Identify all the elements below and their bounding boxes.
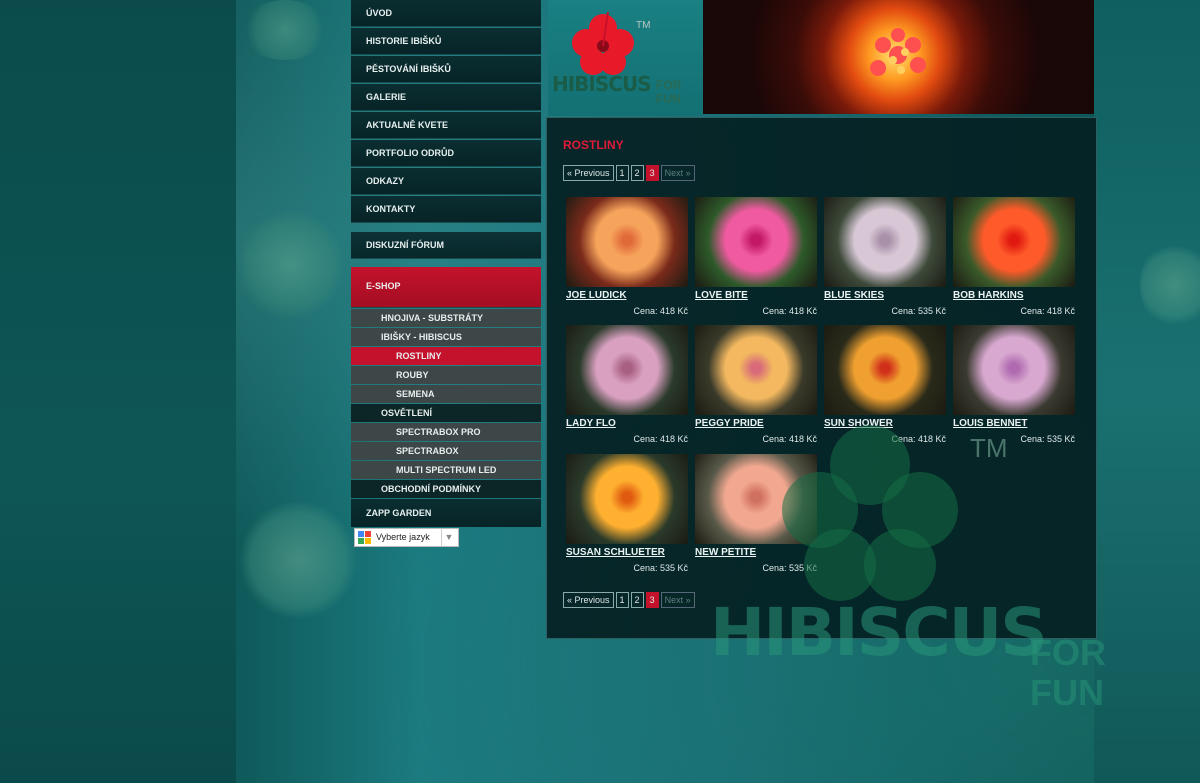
nav-item[interactable]: HISTORIE IBIŠKŮ [351,28,541,55]
product-image[interactable] [695,325,817,415]
language-select-label: Vyberte jazyk [376,532,430,542]
nav-item[interactable]: PĚSTOVÁNÍ IBIŠKŮ [351,56,541,83]
product-price: Cena: 535 Kč [1020,434,1075,444]
product-price: Cena: 418 Kč [1020,306,1075,316]
product-name[interactable]: LOVE BITE [695,290,748,301]
right-background [1094,0,1200,783]
eshop-subnav-item[interactable]: SPECTRABOX [351,442,541,460]
pager-page-current[interactable]: 3 [645,165,659,181]
nav-gap [351,224,541,232]
page-title: ROSTLINY [563,138,624,152]
product-name[interactable]: SUSAN SCHLUETER [566,547,665,558]
eshop-subnav-item[interactable]: OSVĚTLENÍ [351,404,541,422]
nav-item-zapp-garden[interactable]: ZAPP GARDEN [351,499,541,527]
pager-page[interactable]: 1 [615,592,629,608]
product-image[interactable] [824,197,946,287]
product-image[interactable] [566,197,688,287]
product-image[interactable] [566,454,688,544]
header-banner-image [703,0,1094,114]
product-name[interactable]: PEGGY PRIDE [695,418,764,429]
stamen-image [870,28,926,76]
site-logo[interactable]: TM HIBISCUS FOR FUN [548,0,703,116]
product-name[interactable]: LOUIS BENNET [953,418,1027,429]
product-name[interactable]: JOE LUDICK [566,290,627,301]
product-name[interactable]: LADY FLO [566,418,616,429]
nav-item[interactable]: ODKAZY [351,168,541,195]
eshop-subnav-item[interactable]: MULTI SPECTRUM LED [351,461,541,479]
watermark-text: HIBISCUS [710,594,1048,671]
pager-page[interactable]: 2 [630,592,644,608]
product-image[interactable] [953,325,1075,415]
product-image[interactable] [695,197,817,287]
nav-item[interactable]: ÚVOD [351,0,541,27]
hibiscus-logo-icon [572,11,634,75]
product-price: Cena: 418 Kč [633,434,688,444]
logo-fun: FUN [656,92,681,106]
chevron-down-icon[interactable]: ▼ [441,529,456,546]
logo-for-text: FOR FUN [656,78,681,106]
product-image[interactable] [824,325,946,415]
language-select[interactable]: Vyberte jazyk ▼ [354,528,459,547]
pager-previous[interactable]: « Previous [563,165,614,181]
product-card[interactable]: BLUE SKIES Cena: 535 Kč [824,197,946,323]
product-card[interactable]: SUSAN SCHLUETER Cena: 535 Kč [566,454,688,580]
pager-page[interactable]: 2 [630,165,644,181]
eshop-subnav-item[interactable]: ROSTLINY [351,347,541,365]
watermark-tm: TM [970,433,1008,463]
nav-item[interactable]: AKTUALNĚ KVETE [351,112,541,139]
logo-tm: TM [636,20,651,31]
eshop-subnav-item[interactable]: ROUBY [351,366,541,384]
eshop-subnav-item[interactable]: IBIŠKY - HIBISCUS [351,328,541,346]
watermark-for-fun: FOR FUN [1030,633,1106,713]
decor-flower [236,210,346,320]
product-name[interactable]: NEW PETITE [695,547,756,558]
product-price: Cena: 418 Kč [762,306,817,316]
pager-next: Next » [660,165,695,181]
product-card[interactable]: JOE LUDICK Cena: 418 Kč [566,197,688,323]
product-name[interactable]: BOB HARKINS [953,290,1024,301]
product-image[interactable] [566,325,688,415]
product-price: Cena: 535 Kč [891,306,946,316]
logo-for: FOR [656,78,682,92]
product-price: Cena: 535 Kč [633,563,688,573]
eshop-subnav-item[interactable]: OBCHODNÍ PODMÍNKY [351,480,541,498]
product-name[interactable]: BLUE SKIES [824,290,884,301]
left-background [0,0,236,783]
nav-item[interactable]: KONTAKTY [351,196,541,223]
pager-page[interactable]: 1 [615,165,629,181]
eshop-subnav-item[interactable]: SPECTRABOX PRO [351,423,541,441]
product-card[interactable]: LOVE BITE Cena: 418 Kč [695,197,817,323]
pager-top: « Previous 1 2 3 Next » [563,165,695,181]
nav-item[interactable]: GALERIE [351,84,541,111]
eshop-subnav-item[interactable]: HNOJIVA - SUBSTRÁTY [351,309,541,327]
nav-item-eshop[interactable]: E-SHOP [351,267,541,308]
decor-flower [238,500,358,620]
product-card[interactable]: BOB HARKINS Cena: 418 Kč [953,197,1075,323]
main-nav: ÚVOD HISTORIE IBIŠKŮ PĚSTOVÁNÍ IBIŠKŮ GALER… [351,0,541,527]
watermark-fun: FUN [1030,672,1104,713]
decor-flower [240,0,330,60]
watermark-for: FOR [1030,632,1106,673]
pager-page-current[interactable]: 3 [645,592,659,608]
google-translate-icon [358,531,371,544]
logo-text: HIBISCUS [552,72,652,96]
product-card[interactable]: LADY FLO Cena: 418 Kč [566,325,688,451]
nav-item[interactable]: PORTFOLIO ODRŮD [351,140,541,167]
product-price: Cena: 418 Kč [633,306,688,316]
eshop-subnav-item[interactable]: SEMENA [351,385,541,403]
nav-item-forum[interactable]: DISKUZNÍ FÓRUM [351,232,541,259]
watermark-hibiscus-icon [782,425,958,601]
pager-next: Next » [660,592,695,608]
pager-bottom: « Previous 1 2 3 Next » [563,592,695,608]
pager-previous[interactable]: « Previous [563,592,614,608]
product-image[interactable] [953,197,1075,287]
